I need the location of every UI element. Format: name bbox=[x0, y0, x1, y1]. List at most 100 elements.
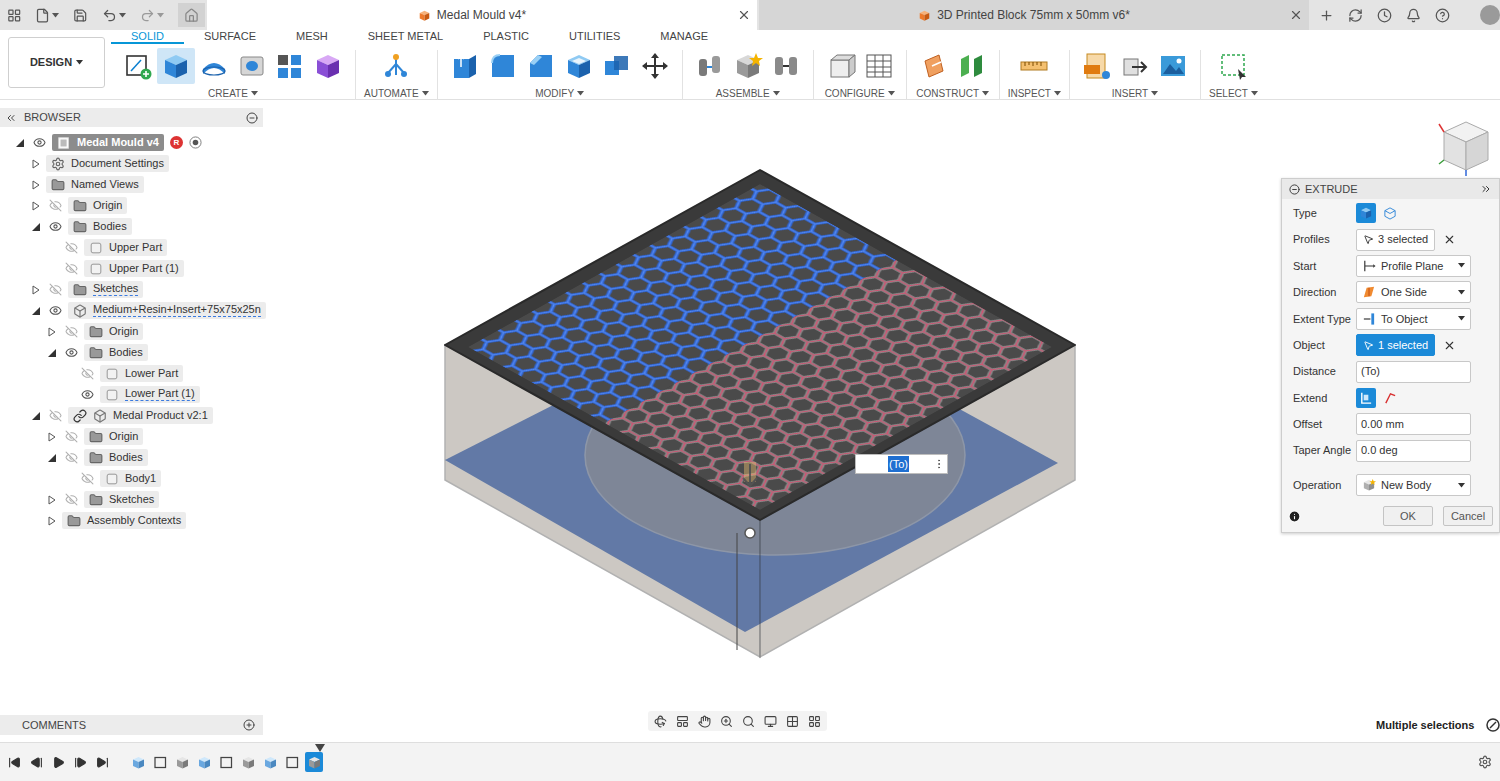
active-component-radio-icon[interactable] bbox=[189, 136, 202, 149]
file-icon[interactable] bbox=[35, 8, 50, 23]
notifications-icon[interactable] bbox=[1406, 8, 1421, 23]
comments-bar[interactable]: COMMENTS bbox=[0, 715, 263, 735]
browser-item[interactable]: Sketches bbox=[0, 489, 263, 510]
browser-item-label[interactable]: Sketches bbox=[68, 281, 143, 298]
tool-button[interactable] bbox=[157, 48, 195, 84]
browser-item-label[interactable]: Upper Part bbox=[84, 239, 167, 256]
toggle-option[interactable] bbox=[1380, 388, 1400, 408]
visibility-toggle[interactable] bbox=[60, 241, 82, 254]
expand-toggle[interactable] bbox=[28, 156, 44, 172]
expand-toggle[interactable] bbox=[28, 219, 44, 235]
expand-toggle[interactable] bbox=[28, 177, 44, 193]
tool-button[interactable] bbox=[1078, 48, 1116, 84]
tool-group-label[interactable]: CREATE bbox=[208, 86, 258, 101]
viewports-icon[interactable] bbox=[808, 715, 821, 728]
clear-selection-icon[interactable] bbox=[1443, 233, 1456, 246]
browser-item-label[interactable]: Lower Part bbox=[100, 365, 183, 382]
expand-toggle[interactable] bbox=[44, 450, 60, 466]
browser-item-label[interactable]: Bodies bbox=[84, 449, 148, 466]
tool-group-label[interactable]: AUTOMATE bbox=[364, 86, 429, 101]
pan-icon[interactable] bbox=[698, 715, 711, 728]
user-avatar[interactable] bbox=[1480, 5, 1500, 25]
sync-icon[interactable] bbox=[1348, 8, 1363, 23]
timeline-marker-icon[interactable] bbox=[315, 744, 325, 753]
dropdown[interactable]: One Side bbox=[1356, 281, 1471, 303]
tool-button[interactable] bbox=[767, 48, 805, 84]
play-icon[interactable] bbox=[52, 756, 65, 769]
tool-group-label[interactable]: SELECT bbox=[1209, 86, 1258, 101]
toggle-option[interactable] bbox=[1356, 203, 1376, 223]
close-tab-icon[interactable] bbox=[1289, 8, 1303, 22]
model-view[interactable] bbox=[0, 100, 1500, 742]
tool-group-label[interactable]: CONSTRUCT bbox=[916, 86, 989, 101]
viewcube-icon[interactable] bbox=[1436, 116, 1496, 178]
collapse-dialog-icon[interactable] bbox=[1289, 184, 1300, 195]
expand-dialog-icon[interactable] bbox=[1480, 183, 1492, 195]
visibility-toggle[interactable] bbox=[60, 493, 82, 506]
visibility-toggle[interactable] bbox=[44, 199, 66, 212]
text-input[interactable]: (To) bbox=[1356, 361, 1471, 383]
expand-toggle[interactable] bbox=[28, 303, 44, 319]
cancel-button[interactable]: Cancel bbox=[1443, 506, 1493, 526]
look-at-icon[interactable] bbox=[676, 715, 689, 728]
display-settings-icon[interactable] bbox=[764, 715, 777, 728]
browser-item[interactable]: Medal Mould v4R bbox=[0, 132, 263, 153]
expand-toggle[interactable] bbox=[44, 429, 60, 445]
browser-item[interactable]: Medium+Resin+Insert+75x75x25n bbox=[0, 300, 263, 321]
browser-item[interactable]: Lower Part bbox=[0, 363, 263, 384]
browser-item[interactable]: Assembly Contexts bbox=[0, 510, 263, 531]
collapse-panel-icon[interactable] bbox=[5, 112, 17, 124]
info-icon[interactable] bbox=[1288, 510, 1301, 523]
visibility-toggle[interactable] bbox=[76, 367, 98, 380]
tool-button[interactable] bbox=[636, 48, 674, 84]
timeline-feature[interactable] bbox=[217, 752, 235, 772]
tool-button[interactable] bbox=[446, 48, 484, 84]
timeline-feature[interactable] bbox=[129, 752, 147, 772]
tool-button[interactable] bbox=[1015, 48, 1053, 84]
ribbon-tab[interactable]: MANAGE bbox=[640, 30, 728, 44]
tool-button[interactable] bbox=[1154, 48, 1192, 84]
app-grid-icon[interactable] bbox=[7, 8, 21, 23]
step-back-icon[interactable] bbox=[30, 756, 43, 769]
document-tab[interactable]: 3D Printed Block 75mm x 50mm v6* bbox=[759, 0, 1309, 30]
visibility-toggle[interactable] bbox=[44, 304, 66, 317]
tool-button[interactable] bbox=[822, 48, 860, 84]
text-input[interactable]: 0.0 deg bbox=[1356, 440, 1471, 462]
ribbon-tab[interactable]: SOLID bbox=[111, 30, 184, 44]
help-icon[interactable] bbox=[1435, 8, 1450, 23]
viewport[interactable]: BROWSERMedal Mould v4RDocument SettingsN… bbox=[0, 100, 1500, 742]
ribbon-tab[interactable]: SHEET METAL bbox=[348, 30, 463, 44]
selection-button[interactable]: 1 selected bbox=[1356, 334, 1435, 356]
browser-item[interactable]: Named Views bbox=[0, 174, 263, 195]
browser-item-label[interactable]: Bodies bbox=[84, 344, 148, 361]
browser-item-label[interactable]: Bodies bbox=[68, 218, 132, 235]
browser-item[interactable]: Medal Product v2:1 bbox=[0, 405, 263, 426]
browser-item-label[interactable]: Named Views bbox=[46, 176, 144, 193]
expand-toggle[interactable] bbox=[28, 198, 44, 214]
timeline-settings-icon[interactable] bbox=[1478, 755, 1492, 769]
visibility-toggle[interactable] bbox=[44, 409, 66, 422]
browser-item[interactable]: Bodies bbox=[0, 447, 263, 468]
go-to-start-icon[interactable] bbox=[8, 756, 21, 769]
expand-toggle[interactable] bbox=[44, 324, 60, 340]
browser-item[interactable]: Origin bbox=[0, 321, 263, 342]
browser-item[interactable]: Sketches bbox=[0, 279, 263, 300]
timeline-feature[interactable] bbox=[173, 752, 191, 772]
tool-button[interactable] bbox=[1116, 48, 1154, 84]
toggle-option[interactable] bbox=[1356, 388, 1376, 408]
tool-button[interactable] bbox=[953, 48, 991, 84]
tool-button[interactable] bbox=[1214, 48, 1252, 84]
tool-button[interactable] bbox=[309, 48, 347, 84]
tool-button[interactable] bbox=[598, 48, 636, 84]
more-options-icon[interactable] bbox=[933, 458, 945, 470]
fit-icon[interactable] bbox=[742, 715, 755, 728]
toggle-option[interactable] bbox=[1380, 203, 1400, 223]
browser-item-label[interactable]: Document Settings bbox=[46, 155, 169, 172]
visibility-toggle[interactable] bbox=[60, 325, 82, 338]
add-comment-icon[interactable] bbox=[243, 719, 255, 731]
minimize-icon[interactable] bbox=[246, 112, 258, 124]
browser-item[interactable]: Body1 bbox=[0, 468, 263, 489]
expand-toggle[interactable] bbox=[44, 345, 60, 361]
visibility-toggle[interactable] bbox=[60, 451, 82, 464]
tool-button[interactable] bbox=[560, 48, 598, 84]
